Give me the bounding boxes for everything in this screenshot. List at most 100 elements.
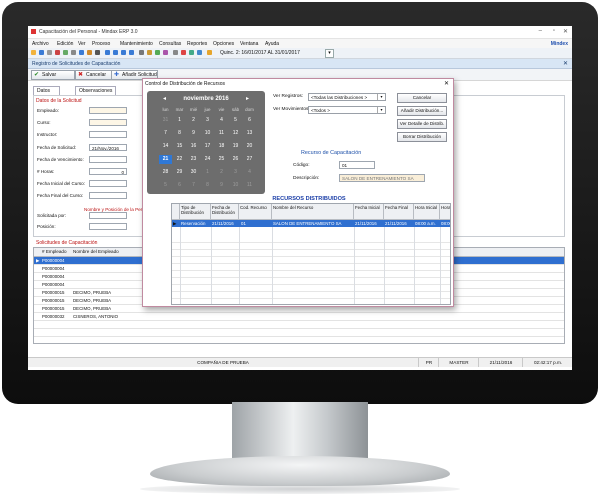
calendar-day[interactable]: 10 [201,129,214,138]
calendar-day[interactable]: 3 [229,168,242,177]
calendar-day[interactable]: 4 [215,116,228,125]
menu-archivo[interactable]: Archivo [32,41,49,47]
copy-icon[interactable] [79,50,84,55]
calendar-day[interactable]: 6 [243,116,256,125]
solicitada-por-field[interactable] [89,212,127,219]
last-record-icon[interactable] [129,50,134,55]
calendar-day[interactable]: 30 [187,168,200,177]
calendar-day[interactable]: 19 [229,142,242,151]
calendar-day[interactable]: 1 [201,168,214,177]
column-header-hora-final[interactable]: Hora Final [440,204,450,220]
calendar-day[interactable]: 7 [159,129,172,138]
horas-field[interactable]: 0 [89,168,127,175]
calendar-day[interactable]: 23 [187,155,200,164]
codigo-field[interactable]: 01 [339,161,375,169]
calendar-day[interactable]: 29 [173,168,186,177]
calendar-day[interactable]: 27 [243,155,256,164]
report-icon[interactable] [163,50,168,55]
calendar-day[interactable]: 5 [229,116,242,125]
help-icon[interactable] [181,50,186,55]
add-distribution-button[interactable]: Añadir Distribución... [397,106,447,116]
export-icon[interactable] [155,50,160,55]
tab-datos-solicitud[interactable]: Datos de la Solicitud [33,86,60,110]
save-button[interactable]: ✔ Salvar [31,70,75,80]
window-icon[interactable] [197,50,202,55]
fecha-final-field[interactable] [89,192,127,199]
tab-observaciones[interactable]: Observaciones [75,86,117,95]
first-record-icon[interactable] [105,50,110,55]
column-header-fecha-final[interactable]: Fecha Final [384,204,414,220]
descripcion-field[interactable]: SALON DE ENTRENAMIENTO SA [339,174,425,182]
column-header-nombre-recurso[interactable]: Nombre del Recurso [272,204,354,220]
ver-registros-select[interactable]: <Todas las Distribuciones > ▾ [308,93,386,101]
menu-opciones[interactable]: Opciones [213,41,234,47]
calendar-day[interactable]: 31 [159,116,172,125]
calendar-day[interactable]: 14 [159,142,172,151]
calendar-day[interactable]: 8 [201,181,214,190]
menu-mantenimiento[interactable]: Mantenimiento [120,41,153,47]
print-icon[interactable] [47,50,52,55]
save-icon[interactable] [39,50,44,55]
dialog-close-icon[interactable]: ✕ [444,80,449,87]
posicion-field[interactable] [89,223,127,230]
table-row[interactable] [34,329,564,337]
undo-icon[interactable] [95,50,100,55]
calendar-day[interactable]: 4 [243,168,256,177]
new-icon[interactable] [31,50,36,55]
calendar-day[interactable]: 9 [215,181,228,190]
calendar-day[interactable]: 3 [201,116,214,125]
form-close-icon[interactable]: ✕ [563,60,568,67]
table-row[interactable]: ▶ Reservación 21/11/2016 01 SALON DE ENT… [172,220,450,231]
refresh-icon[interactable] [139,50,144,55]
menu-ayuda[interactable]: Ayuda [265,41,279,47]
menu-ventana[interactable]: Ventana [240,41,258,47]
calendar-day[interactable]: 6 [173,181,186,190]
menu-ver[interactable]: Ver [78,41,86,47]
calendar-day[interactable]: 18 [215,142,228,151]
calendar-day[interactable]: 5 [159,181,172,190]
fecha-vencimiento-field[interactable] [89,156,127,163]
delete-distribution-button[interactable]: Borrar Distribución [397,132,447,142]
period-dropdown-icon[interactable]: ▾ [325,49,334,58]
column-header-cod-recurso[interactable]: Cod. Recurso [239,204,272,220]
minimize-icon[interactable]: – [539,28,542,34]
paste-icon[interactable] [87,50,92,55]
column-header-fecha-distribucion[interactable]: Fecha de Distribución [211,204,239,220]
calendar-day[interactable]: 10 [229,181,242,190]
empleado-field[interactable] [89,107,127,114]
ver-movimientos-select[interactable]: <Todos > ▾ [308,106,386,114]
calendar-day[interactable]: 2 [187,116,200,125]
calendar-day[interactable]: 11 [215,129,228,138]
calculator-icon[interactable] [189,50,194,55]
column-header-hora-inicial[interactable]: Hora Inicial [414,204,440,220]
calendar-day[interactable]: 1 [173,116,186,125]
column-header-fecha-inicial[interactable]: Fecha Inicial [354,204,384,220]
cut-icon[interactable] [71,50,76,55]
calendar-day[interactable]: 24 [201,155,214,164]
calendar-day[interactable]: 13 [243,129,256,138]
instructor-field[interactable] [89,131,127,138]
fecha-solicitud-field[interactable]: 21/Nov./2016 [89,144,127,151]
maximize-icon[interactable]: ▫ [553,28,555,34]
calendar-day[interactable]: 8 [173,129,186,138]
calendar-day[interactable]: 20 [243,142,256,151]
calendar-day[interactable]: 2 [215,168,228,177]
menu-proceso[interactable]: Proceso [92,41,110,47]
menu-consultas[interactable]: Consultas [159,41,181,47]
column-header-nombre[interactable]: Nombre del Empleado [73,249,119,254]
calendar-day[interactable]: 11 [243,181,256,190]
table-row[interactable]: P00000032 CISNEROS, ANTONIO [34,313,564,321]
calendar-day[interactable]: 21 [159,155,172,164]
calendar-day[interactable]: 28 [159,168,172,177]
table-row[interactable] [34,321,564,329]
curso-field[interactable] [89,119,127,126]
close-icon[interactable]: ✕ [563,28,568,35]
calendar-day[interactable]: 7 [187,181,200,190]
find-icon[interactable] [63,50,68,55]
calendar-day[interactable]: 26 [229,155,242,164]
calendar-day[interactable]: 16 [187,142,200,151]
delete-icon[interactable] [55,50,60,55]
calendar-day[interactable]: 25 [215,155,228,164]
calendar-icon[interactable] [173,50,178,55]
next-month-icon[interactable]: ▸ [246,95,249,102]
